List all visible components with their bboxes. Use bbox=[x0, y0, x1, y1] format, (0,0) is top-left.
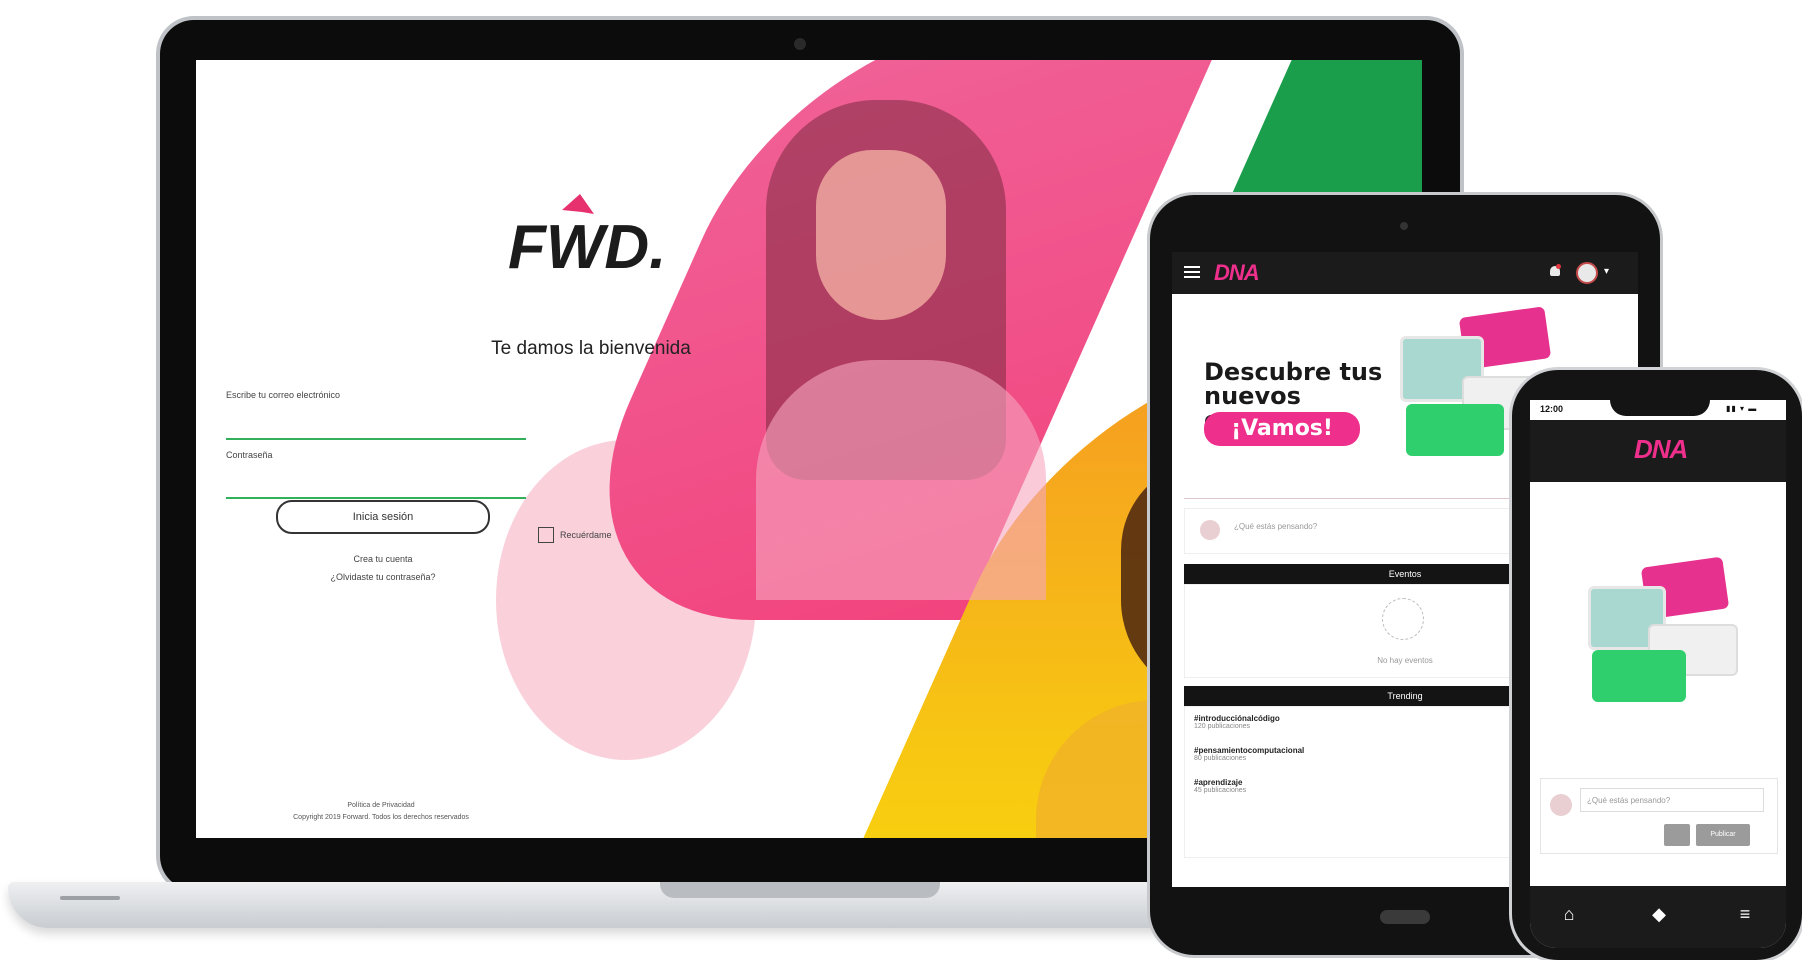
password-label: Contraseña bbox=[226, 450, 273, 460]
chevron-down-icon[interactable]: ▾ bbox=[1604, 266, 1609, 277]
home-icon[interactable]: ⌂ bbox=[1554, 904, 1584, 925]
remember-checkbox[interactable] bbox=[538, 527, 554, 543]
image-upload-icon[interactable] bbox=[1664, 824, 1690, 846]
tablet-camera bbox=[1400, 222, 1408, 230]
create-account-link[interactable]: Crea tu cuenta bbox=[276, 554, 490, 564]
laptop-camera bbox=[794, 38, 806, 50]
tablet-dna-logo[interactable]: DNA bbox=[1214, 260, 1260, 286]
notification-dot bbox=[1556, 264, 1561, 269]
woman-photo-body bbox=[756, 360, 1046, 600]
privacy-link[interactable]: Política de Privacidad bbox=[236, 802, 526, 809]
status-icons: ▮▮ ▾ ▬ bbox=[1726, 404, 1758, 413]
publish-button[interactable]: Publicar bbox=[1696, 824, 1750, 846]
post-input[interactable]: ¿Qué estás pensando? bbox=[1234, 522, 1317, 531]
illustration-card-green bbox=[1592, 650, 1686, 702]
remember-label: Recuérdame bbox=[560, 530, 612, 540]
status-time: 12:00 bbox=[1540, 404, 1564, 414]
phone-screen: 12:00 ▮▮ ▾ ▬ DNA ¿Qué estás pensando? Pu… bbox=[1530, 400, 1786, 948]
trending-item[interactable]: #pensamientocomputacional 80 publicacion… bbox=[1194, 746, 1304, 762]
password-field[interactable] bbox=[226, 497, 526, 499]
vamos-button[interactable]: ¡Vamos! bbox=[1204, 412, 1360, 446]
email-field[interactable] bbox=[226, 438, 526, 440]
hamburger-menu-icon[interactable] bbox=[1184, 266, 1200, 268]
post-input[interactable]: ¿Qué estás pensando? bbox=[1580, 788, 1764, 812]
trending-item[interactable]: #introducciónalcódigo 120 publicaciones bbox=[1194, 714, 1280, 730]
email-label: Escribe tu correo electrónico bbox=[226, 390, 341, 400]
copyright-text: Copyright 2019 Forward. Todos los derech… bbox=[293, 814, 469, 821]
menu-icon[interactable]: ≡ bbox=[1730, 904, 1760, 925]
trending-item[interactable]: #aprendizaje 45 publicaciones bbox=[1194, 778, 1246, 794]
laptop-opening-notch bbox=[660, 882, 940, 898]
tablet-home-button[interactable] bbox=[1380, 910, 1430, 924]
forgot-password-link[interactable]: ¿Olvidaste tu contraseña? bbox=[276, 572, 490, 582]
welcome-heading: Te damos la bienvenida bbox=[491, 338, 691, 359]
laptop-vent bbox=[60, 896, 120, 900]
fwd-logo: FWD. bbox=[508, 194, 662, 282]
login-button[interactable]: Inicia sesión bbox=[276, 500, 490, 534]
illustration-card-green bbox=[1406, 404, 1504, 456]
user-avatar[interactable] bbox=[1576, 262, 1598, 284]
post-avatar bbox=[1200, 520, 1220, 540]
calendar-icon bbox=[1382, 598, 1424, 640]
svg-text:FWD.: FWD. bbox=[508, 213, 662, 282]
cube-icon[interactable]: ◆ bbox=[1644, 904, 1674, 925]
post-avatar bbox=[1550, 794, 1572, 816]
phone-notch bbox=[1610, 398, 1710, 416]
phone-dna-logo[interactable]: DNA bbox=[1634, 434, 1688, 465]
woman-photo-face bbox=[816, 150, 946, 320]
